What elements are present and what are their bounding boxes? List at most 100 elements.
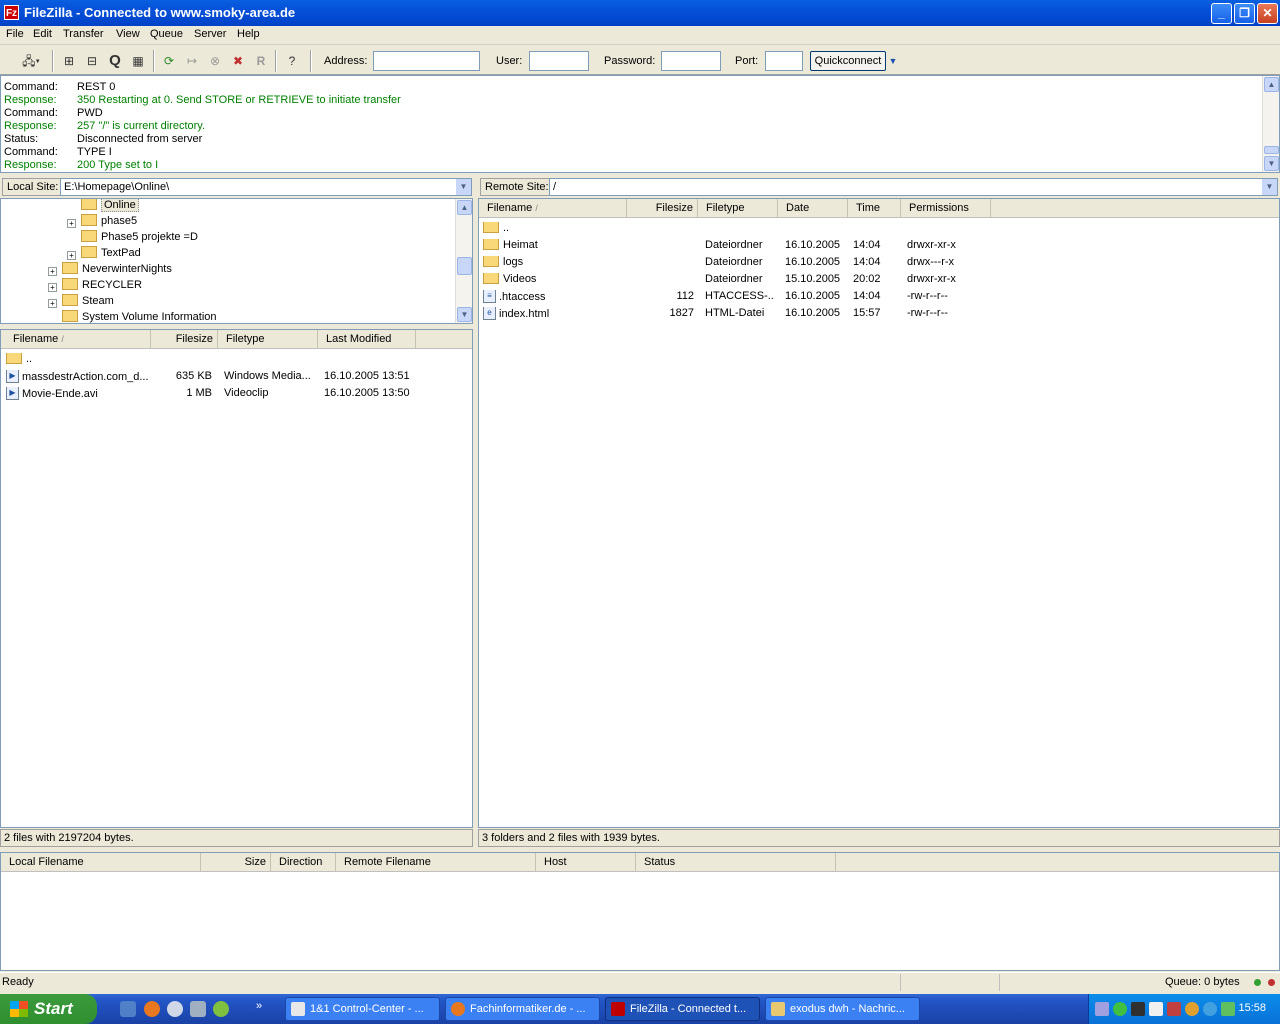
tree-scrollbar[interactable]: ▲ ▼ bbox=[455, 199, 472, 323]
media-player-quicklaunch-icon[interactable] bbox=[167, 1001, 183, 1017]
menu-queue[interactable]: Queue bbox=[150, 28, 183, 40]
cancel-icon[interactable]: ⊗ bbox=[205, 51, 225, 71]
tree-node-textpad[interactable]: TextPad bbox=[81, 246, 141, 263]
menu-help[interactable]: Help bbox=[237, 28, 260, 40]
task-exodus[interactable]: exodus dwh - Nachric... bbox=[765, 997, 920, 1021]
minimize-button[interactable]: _ bbox=[1211, 3, 1232, 24]
tree-node-online[interactable]: Online bbox=[81, 199, 139, 215]
task-filezilla[interactable]: FileZilla - Connected t... bbox=[605, 997, 760, 1021]
remote-file-row[interactable]: Videos Dateiordner 15.10.2005 20:02 drwxr-xr… bbox=[479, 271, 1279, 288]
expand-icon[interactable]: + bbox=[48, 267, 57, 276]
remote-file-list[interactable]: Filename / Filesize Filetype Date Time P… bbox=[478, 198, 1280, 828]
tray-volume-icon[interactable] bbox=[1221, 1002, 1235, 1016]
queue-col-size[interactable]: Size bbox=[201, 853, 271, 872]
tray-eye-icon[interactable] bbox=[1113, 1002, 1127, 1016]
transfer-queue[interactable]: Local Filename Size Direction Remote Fil… bbox=[0, 852, 1280, 971]
start-button[interactable]: Start bbox=[0, 994, 97, 1024]
remote-file-row[interactable]: logs Dateiordner 16.10.2005 14:04 drwx---r-x bbox=[479, 254, 1279, 271]
tray-steam-icon[interactable] bbox=[1131, 1002, 1145, 1016]
remote-file-row[interactable]: e index.html 1827 HTML-Datei 16.10.2005 15:57… bbox=[479, 305, 1279, 322]
disconnect-icon[interactable]: ✖ bbox=[228, 51, 248, 71]
user-input[interactable] bbox=[529, 51, 589, 71]
toggle-log-icon[interactable]: ▦ bbox=[128, 51, 148, 71]
tray-globe-icon[interactable] bbox=[1203, 1002, 1217, 1016]
log-scroll-up-icon[interactable]: ▲ bbox=[1264, 77, 1279, 92]
expand-icon[interactable]: + bbox=[67, 219, 76, 228]
tree-scroll-down-icon[interactable]: ▼ bbox=[457, 307, 472, 322]
task-control-center[interactable]: 1&1 Control-Center - ... bbox=[285, 997, 440, 1021]
local-file-row[interactable]: ▶ massdestrAction.com_d... 635 KB Windows M… bbox=[1, 368, 472, 385]
tree-scroll-thumb[interactable] bbox=[457, 257, 472, 275]
menu-view[interactable]: View bbox=[116, 28, 140, 40]
task-fachinformatiker[interactable]: Fachinformatiker.de - ... bbox=[445, 997, 600, 1021]
remote-file-row[interactable]: Heimat Dateiordner 16.10.2005 14:04 drwxr-xr… bbox=[479, 237, 1279, 254]
network-quicklaunch-icon[interactable] bbox=[190, 1001, 206, 1017]
local-file-row[interactable]: .. bbox=[1, 351, 472, 368]
queue-col-direction[interactable]: Direction bbox=[271, 853, 336, 872]
local-directory-tree[interactable]: Online + phase5 Phase5 projekte =D + Tex… bbox=[0, 198, 473, 324]
maximize-button[interactable]: ❐ bbox=[1234, 3, 1255, 24]
quickconnect-button[interactable]: Quickconnect bbox=[810, 51, 886, 71]
tray-firefox-icon[interactable] bbox=[1185, 1002, 1199, 1016]
expand-icon[interactable]: + bbox=[67, 251, 76, 260]
toggle-queue-icon[interactable]: Q bbox=[105, 51, 125, 71]
remote-path-combo[interactable]: / ▼ bbox=[549, 178, 1278, 196]
menu-transfer[interactable]: Transfer bbox=[63, 28, 104, 40]
toggle-remote-tree-icon[interactable]: ⊟ bbox=[82, 51, 102, 71]
remote-col-filesize[interactable]: Filesize bbox=[627, 199, 698, 218]
local-col-filename[interactable]: Filename / bbox=[1, 330, 151, 349]
quickconnect-dropdown-icon[interactable]: ▼ bbox=[887, 51, 899, 71]
remote-path-dropdown-icon[interactable]: ▼ bbox=[1262, 179, 1277, 195]
menu-edit[interactable]: Edit bbox=[33, 28, 52, 40]
local-file-list[interactable]: Filename / Filesize Filetype Last Modifi… bbox=[0, 329, 473, 828]
quicklaunch-chevron-icon[interactable]: » bbox=[256, 1000, 262, 1012]
refresh-icon[interactable]: ⟳ bbox=[159, 51, 179, 71]
tree-node-phase5-projekte[interactable]: Phase5 projekte =D bbox=[81, 230, 198, 247]
local-col-filesize[interactable]: Filesize bbox=[151, 330, 218, 349]
address-input[interactable] bbox=[373, 51, 480, 71]
remote-col-filetype[interactable]: Filetype bbox=[698, 199, 778, 218]
queue-col-status[interactable]: Status bbox=[636, 853, 836, 872]
local-col-filetype[interactable]: Filetype bbox=[218, 330, 318, 349]
port-input[interactable] bbox=[765, 51, 803, 71]
log-scroll-thumb[interactable] bbox=[1264, 146, 1279, 154]
tray-pen-icon[interactable] bbox=[1149, 1002, 1163, 1016]
local-path-dropdown-icon[interactable]: ▼ bbox=[456, 179, 471, 195]
tree-node-system-volume-information[interactable]: System Volume Information bbox=[62, 310, 217, 323]
queue-col-host[interactable]: Host bbox=[536, 853, 636, 872]
message-log[interactable]: Command: REST 0 Response: 350 Restarting at… bbox=[0, 75, 1280, 173]
tree-node-steam[interactable]: Steam bbox=[62, 294, 114, 311]
local-col-last-modified[interactable]: Last Modified bbox=[318, 330, 416, 349]
filezilla-app-icon[interactable]: Fz bbox=[4, 5, 19, 20]
icq-quicklaunch-icon[interactable] bbox=[213, 1001, 229, 1017]
remote-file-row[interactable]: .. bbox=[479, 220, 1279, 237]
remote-file-row[interactable]: ≡ .htaccess 112 HTACCESS-... 16.10.2005 14:04… bbox=[479, 288, 1279, 305]
tree-scroll-up-icon[interactable]: ▲ bbox=[457, 200, 472, 215]
log-scrollbar[interactable]: ▲ ▼ bbox=[1262, 76, 1279, 172]
menu-server[interactable]: Server bbox=[194, 28, 226, 40]
queue-col-local-filename[interactable]: Local Filename bbox=[1, 853, 201, 872]
remote-col-date[interactable]: Date bbox=[778, 199, 848, 218]
local-file-row[interactable]: ▶ Movie-Ende.avi 1 MB Videoclip 16.10.2005 1… bbox=[1, 385, 472, 402]
toggle-local-tree-icon[interactable]: ⊞ bbox=[59, 51, 79, 71]
site-manager-icon[interactable]: 🖧▾ bbox=[16, 51, 46, 71]
expand-icon[interactable]: + bbox=[48, 299, 57, 308]
tree-node-phase5[interactable]: phase5 bbox=[81, 214, 137, 231]
explorer-quicklaunch-icon[interactable] bbox=[120, 1001, 136, 1017]
tree-node-neverwinternights[interactable]: NeverwinterNights bbox=[62, 262, 172, 279]
title-bar[interactable]: Fz FileZilla - Connected to www.smoky-ar… bbox=[0, 0, 1280, 26]
queue-col-remote-filename[interactable]: Remote Filename bbox=[336, 853, 536, 872]
log-scroll-down-icon[interactable]: ▼ bbox=[1264, 156, 1279, 171]
process-queue-icon[interactable]: ↦ bbox=[182, 51, 202, 71]
local-path-combo[interactable]: E:\Homepage\Online\ ▼ bbox=[60, 178, 472, 196]
reconnect-icon[interactable]: R bbox=[251, 51, 271, 71]
close-button[interactable]: ✕ bbox=[1257, 3, 1278, 24]
password-input[interactable] bbox=[661, 51, 721, 71]
firefox-quicklaunch-icon[interactable] bbox=[144, 1001, 160, 1017]
tree-node-recycler[interactable]: RECYCLER bbox=[62, 278, 142, 295]
tray-network-icon[interactable] bbox=[1167, 1002, 1181, 1016]
menu-file[interactable]: File bbox=[6, 28, 24, 40]
remote-col-permissions[interactable]: Permissions bbox=[901, 199, 991, 218]
remote-col-filename[interactable]: Filename / bbox=[479, 199, 627, 218]
clock[interactable]: 15:58 bbox=[1238, 1002, 1266, 1014]
